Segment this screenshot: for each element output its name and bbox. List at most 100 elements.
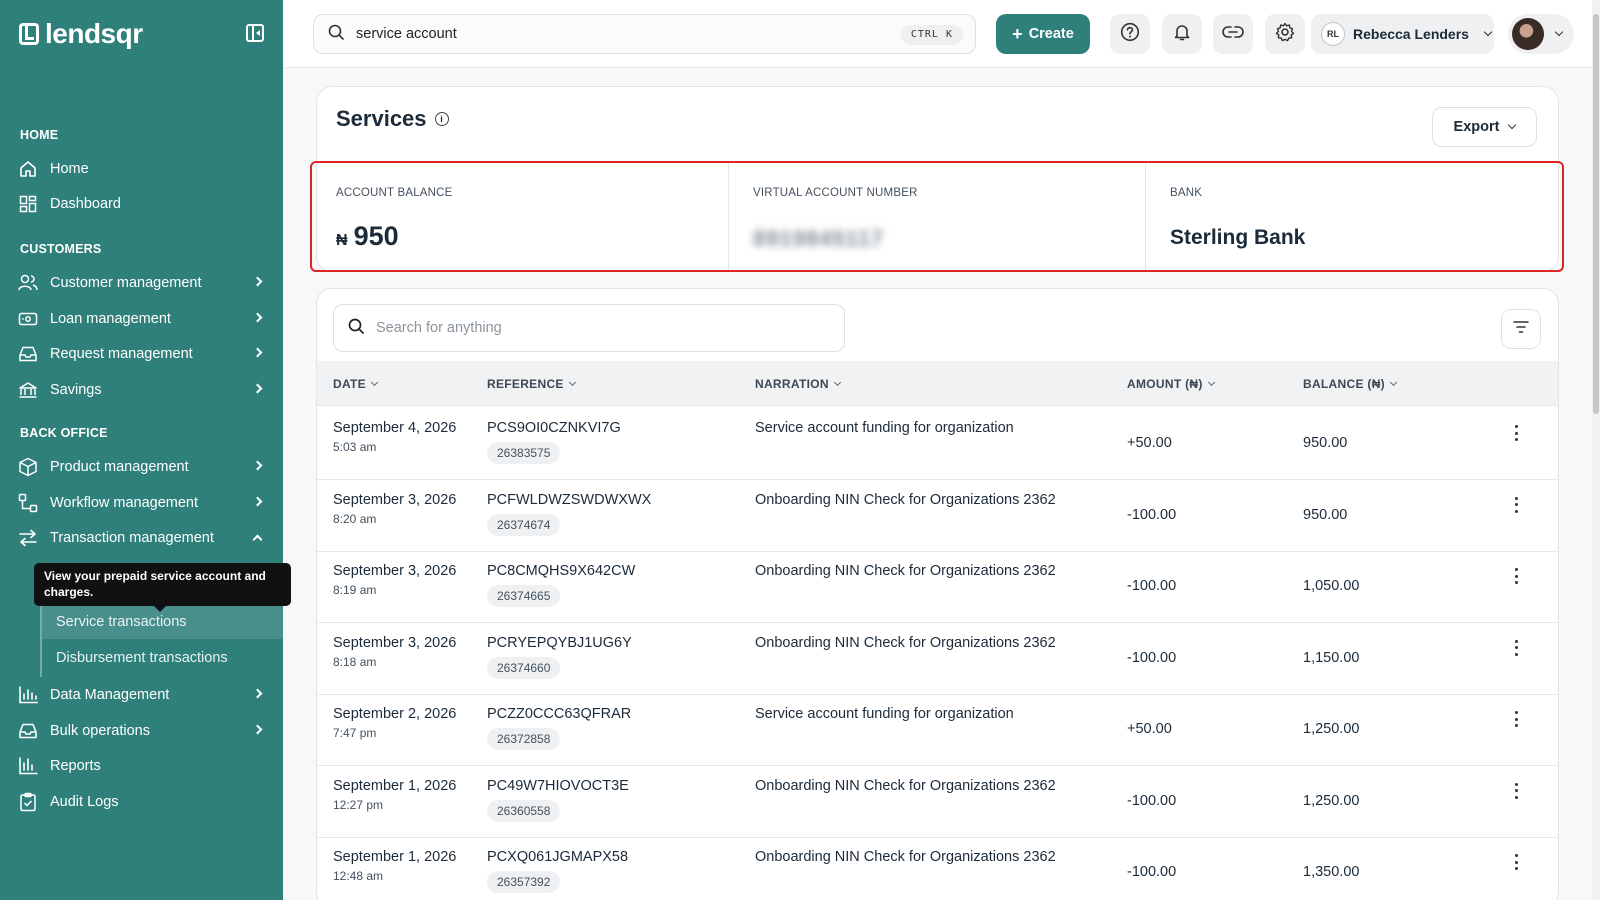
cell-time: 7:47 pm [333, 726, 377, 740]
table-search[interactable] [333, 304, 845, 352]
section-label-back-office: BACK OFFICE [20, 426, 108, 440]
savings-icon [18, 380, 38, 400]
table-row[interactable]: September 1, 2026 12:48 am PCXQ061JGMAPX58… [317, 836, 1558, 900]
section-label-customers: CUSTOMERS [20, 242, 102, 256]
column-header-date[interactable]: DATE [333, 361, 379, 406]
cell-date: September 1, 2026 [333, 849, 457, 865]
cell-time: 12:27 pm [333, 797, 384, 812]
cell-balance: 1,050.00 [1303, 578, 1360, 594]
top-bar: service account CTRL K + Create RL Rebec… [283, 0, 1600, 68]
organization-switcher[interactable]: RL Rebecca Lenders [1311, 14, 1494, 54]
column-header-balance[interactable]: BALANCE (₦) [1303, 361, 1398, 406]
scrollbar-thumb[interactable] [1593, 14, 1599, 414]
column-header-label: BALANCE (₦) [1303, 376, 1385, 391]
table-search-input[interactable] [376, 320, 796, 336]
sort-chevron-icon [1389, 378, 1398, 386]
table-row[interactable]: September 4, 2026 5:03 am PCS9OI0CZNKVI7G 2… [317, 407, 1558, 480]
cell-amount: -100.00 [1127, 864, 1177, 880]
cell-amount: -100.00 [1127, 792, 1177, 809]
sidebar-item-customer-management[interactable]: Customer management [0, 266, 283, 300]
logo[interactable]: lendsqr [19, 18, 143, 50]
sidebar-item-request-management[interactable]: Request management [0, 337, 283, 371]
cell-reference: PCXQ061JGMAPX58 [487, 849, 629, 865]
cell-narration: Service account funding for organization [755, 706, 1014, 722]
balance-amount: 950 [353, 221, 399, 251]
reference-id-badge: 26374674 [487, 513, 561, 536]
cell-time: 5:03 am [333, 440, 377, 454]
info-icon[interactable]: i [434, 112, 449, 126]
cell-reference: PC8CMQHS9X642CW [487, 563, 636, 579]
sidebar-item-dashboard[interactable]: Dashboard [0, 187, 283, 221]
sidebar-item-label: Transaction management [50, 530, 214, 546]
cell-amount: -100.00 [1127, 578, 1177, 594]
sidebar-item-data-management[interactable]: Data Management [0, 678, 283, 712]
page-title-text: Services [336, 106, 427, 131]
column-header-reference[interactable]: REFERENCE [487, 361, 576, 406]
profile-menu-button[interactable] [1508, 14, 1574, 54]
search-icon [348, 318, 364, 339]
table-row[interactable]: September 3, 2026 8:20 am PCFWLDWZSWDWXWX 2… [317, 479, 1558, 552]
cell-amount: +50.00 [1127, 435, 1172, 451]
table-row[interactable]: September 3, 2026 8:18 am PCRYEPQYBJ1UG6Y 2… [317, 622, 1558, 695]
settings-button[interactable] [1265, 14, 1305, 54]
table-row[interactable]: September 3, 2026 8:19 am PC8CMQHS9X642CW 2… [317, 550, 1558, 623]
search-icon [328, 24, 344, 45]
table-row[interactable]: September 2, 2026 7:47 pm PCZZ0CCC63QFRAR 2… [317, 693, 1558, 766]
export-button-label: Export [1453, 119, 1500, 135]
inbox-icon [18, 344, 38, 364]
create-button[interactable]: + Create [996, 14, 1090, 54]
chevron-right-icon [252, 347, 263, 358]
filter-button[interactable] [1501, 309, 1541, 349]
bank-label: BANK [1170, 187, 1203, 199]
reference-id-badge: 26374665 [487, 585, 561, 607]
virtual-account-value: 8919845117 [753, 226, 885, 251]
cell-time: 8:18 am [333, 654, 377, 669]
sidebar-item-bulk-operations[interactable]: Bulk operations [0, 714, 283, 748]
chevron-down-icon [1508, 120, 1517, 130]
row-actions-icon[interactable] [1514, 854, 1518, 870]
sidebar-item-loan-management[interactable]: Loan management [0, 302, 283, 336]
reference-id-badge: 26360558 [487, 799, 561, 822]
help-button[interactable] [1110, 14, 1150, 54]
cell-time: 8:20 am [333, 511, 377, 526]
cell-balance: 950.00 [1303, 506, 1348, 523]
cell-reference: PCS9OI0CZNKVI7G [487, 420, 621, 436]
cell-time: 8:19 am [333, 583, 377, 597]
page-scrollbar[interactable] [1592, 0, 1600, 900]
row-actions-icon[interactable] [1514, 782, 1518, 799]
link-button[interactable] [1213, 14, 1253, 54]
sidebar-item-workflow-management[interactable]: Workflow management [0, 486, 283, 520]
row-actions-icon[interactable] [1514, 425, 1518, 441]
logo-icon [19, 23, 39, 45]
export-button[interactable]: Export [1432, 107, 1537, 147]
sidebar-item-transaction-management[interactable]: Transaction management [0, 521, 283, 555]
notifications-button[interactable] [1162, 14, 1202, 54]
table-row[interactable]: September 1, 2026 12:27 pm PC49W7HIOVOCT3E… [317, 765, 1558, 838]
column-header-amount[interactable]: AMOUNT (₦) [1127, 361, 1215, 406]
cell-date: September 2, 2026 [333, 706, 457, 722]
cell-date: September 3, 2026 [333, 634, 457, 651]
row-actions-icon[interactable] [1514, 568, 1518, 584]
cell-balance: 950.00 [1303, 435, 1348, 451]
sidebar-item-label: Product management [50, 459, 189, 475]
sidebar-item-audit-logs[interactable]: Audit Logs [0, 785, 283, 819]
sort-chevron-icon [1207, 378, 1215, 386]
cell-narration: Onboarding NIN Check for Organizations 2… [755, 491, 1056, 508]
sidebar-item-reports[interactable]: Reports [0, 749, 283, 783]
sidebar-item-savings[interactable]: Savings [0, 373, 283, 407]
global-search-input[interactable]: service account CTRL K [313, 14, 976, 54]
sort-chevron-icon [833, 378, 841, 386]
chevron-right-icon [252, 496, 263, 507]
row-actions-icon[interactable] [1514, 711, 1518, 727]
column-header-narration[interactable]: NARRATION [755, 361, 841, 406]
sidebar-item-disbursement-transactions[interactable]: Disbursement transactions [42, 641, 285, 675]
bank-value: Sterling Bank [1170, 226, 1306, 249]
column-header-label: AMOUNT (₦) [1127, 376, 1203, 391]
transaction-submenu: Service transactions Disbursement transa… [40, 605, 285, 677]
collapse-sidebar-icon[interactable] [246, 24, 264, 42]
column-header-label: REFERENCE [487, 376, 564, 391]
sidebar-item-home[interactable]: Home [0, 152, 283, 186]
row-actions-icon[interactable] [1514, 639, 1518, 656]
sidebar-item-product-management[interactable]: Product management [0, 450, 283, 484]
row-actions-icon[interactable] [1514, 496, 1518, 513]
